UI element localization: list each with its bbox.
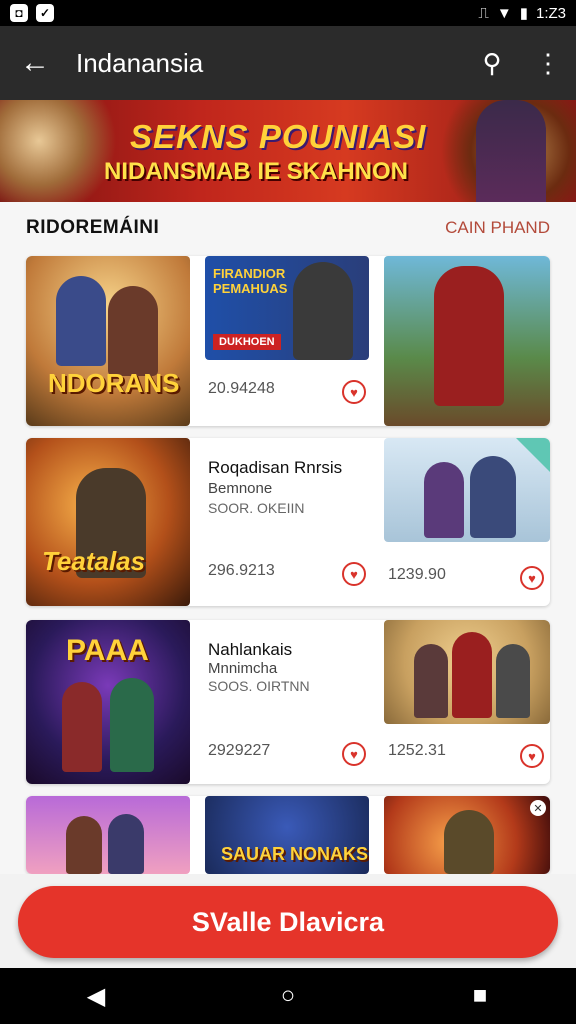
status-bar: ◘ ✓ ⎍ ▼ ▮ 1:Z3: [0, 0, 576, 26]
banner-subheadline: NIDANSMAB IE SKAHNON: [104, 158, 409, 185]
thumbnail-title: PAAA: [66, 634, 149, 667]
nav-back-icon[interactable]: ◀: [66, 968, 126, 1024]
banner-decoration: [0, 100, 130, 202]
character-figure: [62, 682, 102, 772]
price-label: 1252.31: [388, 742, 446, 759]
price-label: 1239.90: [388, 566, 446, 583]
game-card[interactable]: SAUAR NONAKS ✕: [26, 796, 550, 874]
price-label: 20.94248: [208, 380, 275, 397]
content-area: RIDOREMÁINI CAIN PHAND NDORANS FIRANDIOR…: [0, 202, 576, 874]
promo-banner[interactable]: SEKNS POUNIASI NIDANSMAB IE SKAHNON: [0, 100, 576, 202]
back-arrow-icon[interactable]: ←: [0, 26, 70, 100]
section-link[interactable]: CAIN PHAND: [445, 218, 550, 238]
game-thumbnail: NDORANS: [26, 256, 190, 426]
game-thumbnail: SAUAR NONAKS: [205, 796, 369, 874]
character-figure: [66, 816, 102, 874]
character-figure: [110, 678, 154, 772]
thumbnail-badge: DUKHOEN: [213, 334, 281, 350]
game-card[interactable]: Teatalas Roqadisan Rnrsis Bemnone SOOR. …: [26, 438, 550, 606]
search-icon[interactable]: ⚲: [464, 26, 520, 100]
wifi-icon: ▼: [496, 4, 512, 22]
game-thumbnail: [26, 796, 190, 874]
game-meta: SOOS. OIRTNN: [208, 678, 310, 694]
app-bar: ← Indanansia ⚲ ⋮: [0, 26, 576, 100]
more-vert-icon[interactable]: ⋮: [520, 26, 576, 100]
system-nav-bar: ◀ ○ ■: [0, 968, 576, 1024]
heart-icon[interactable]: ♥: [520, 566, 544, 590]
price-label: 2929227: [208, 742, 271, 759]
character-figure: [414, 644, 448, 718]
price-label: 296.9213: [208, 562, 275, 579]
nav-home-icon[interactable]: ○: [258, 968, 318, 1024]
section-title: RIDOREMÁINI: [26, 217, 160, 238]
banner-headline: SEKNS POUNIASI: [130, 118, 427, 155]
page-title: Indanansia: [76, 47, 204, 78]
heart-icon[interactable]: ♥: [342, 562, 366, 586]
game-card[interactable]: NDORANS FIRANDIOR PEMAHUAS DUKHOEN 20.94…: [26, 256, 550, 426]
thumbnail-title: Teatalas: [42, 546, 146, 576]
thumbnail-title: SAUAR NONAKS: [221, 844, 369, 864]
game-thumbnail: [384, 256, 550, 426]
banner-hero-image: [476, 100, 546, 202]
game-thumbnail: FIRANDIOR PEMAHUAS DUKHOEN: [205, 256, 369, 360]
character-figure: [108, 814, 144, 874]
primary-cta-button[interactable]: SValle Dlavicra: [18, 886, 558, 958]
battery-icon: ▮: [519, 5, 528, 22]
section-header: RIDOREMÁINI CAIN PHAND: [0, 202, 576, 254]
heart-icon[interactable]: ♥: [342, 380, 366, 404]
character-figure: [424, 462, 464, 538]
character-figure: [470, 456, 516, 538]
game-subtitle: Bemnone: [208, 480, 273, 497]
character-figure: [444, 810, 494, 874]
character-figure: [434, 266, 504, 406]
thumbnail-title: NDORANS: [48, 368, 180, 398]
character-figure: [108, 286, 158, 376]
status-time: 1:Z3: [535, 4, 566, 22]
character-figure: [56, 276, 106, 366]
game-thumbnail: [384, 620, 550, 724]
game-thumbnail: Teatalas: [26, 438, 190, 606]
app-icon: ◘: [10, 4, 28, 22]
game-thumbnail: [384, 438, 550, 542]
corner-badge: [516, 438, 550, 472]
nav-recents-icon[interactable]: ■: [450, 968, 510, 1024]
game-meta: SOOR. OKEIIN: [208, 500, 305, 516]
game-thumbnail: PAAA: [26, 620, 190, 784]
game-title: Nahlankais: [208, 640, 293, 659]
game-thumbnail: ✕: [384, 796, 550, 874]
heart-icon[interactable]: ♥: [342, 742, 366, 766]
character-figure: [496, 644, 530, 718]
vibrate-icon: ⎍: [478, 4, 489, 22]
game-subtitle: Mnnimcha: [208, 660, 278, 677]
thumbnail-title: FIRANDIOR PEMAHUAS: [213, 266, 288, 296]
check-icon: ✓: [36, 4, 54, 22]
bottom-action-area: SValle Dlavicra: [0, 874, 576, 968]
character-figure: [452, 632, 492, 718]
close-icon[interactable]: ✕: [530, 800, 546, 816]
game-card[interactable]: PAAA Nahlankais Mnnimcha SOOS. OIRTNN 29…: [26, 620, 550, 784]
character-figure: [293, 262, 353, 360]
game-title: Roqadisan Rnrsis: [208, 458, 343, 477]
heart-icon[interactable]: ♥: [520, 744, 544, 768]
